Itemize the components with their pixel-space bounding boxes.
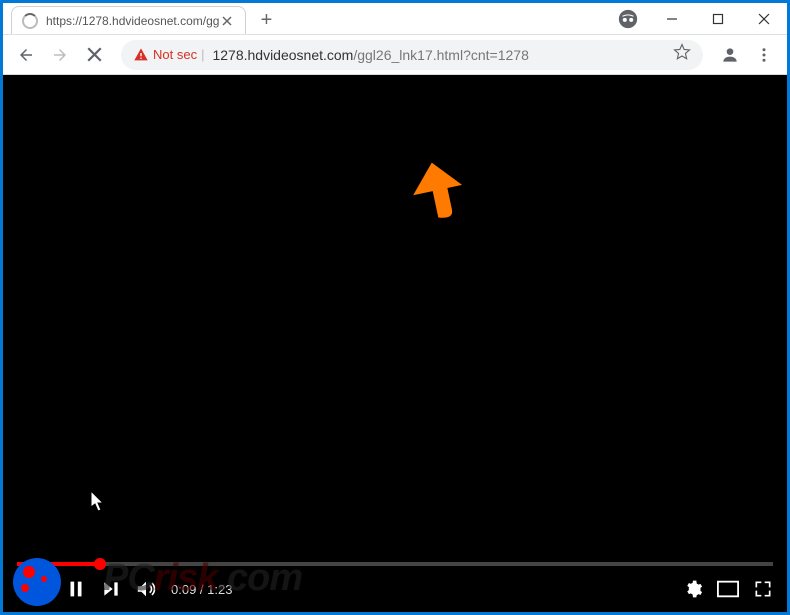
security-text: Not sec [153,47,197,62]
play-button[interactable] [65,578,87,600]
page-content: PCrisk.com 0:09 / 1:23 [3,75,787,612]
settings-button[interactable] [683,579,703,599]
mouse-cursor-icon [91,491,107,513]
menu-button[interactable] [749,40,779,70]
new-tab-button[interactable]: + [252,6,280,34]
maximize-button[interactable] [695,3,741,35]
url-path: /ggl26_lnk17.html?cnt=1278 [353,47,529,63]
close-tab-button[interactable] [219,13,235,29]
back-button[interactable] [11,40,41,70]
tab-strip: https://1278.hdvideosnet.com/gg + [3,3,617,34]
titlebar: https://1278.hdvideosnet.com/gg + [3,3,787,35]
watermark: PCrisk.com [103,557,302,600]
toolbar: Not sec | 1278.hdvideosnet.com/ggl26_lnk… [3,35,787,75]
warning-icon [133,47,149,63]
forward-button[interactable] [45,40,75,70]
loading-spinner-icon [22,13,38,29]
stop-reload-button[interactable] [79,40,109,70]
profile-button[interactable] [715,40,745,70]
url-text: 1278.hdvideosnet.com/ggl26_lnk17.html?cn… [212,47,665,63]
bookmark-button[interactable] [673,43,691,66]
address-bar[interactable]: Not sec | 1278.hdvideosnet.com/ggl26_lnk… [121,40,703,70]
minimize-button[interactable] [649,3,695,35]
fullscreen-button[interactable] [753,579,773,599]
close-window-button[interactable] [741,3,787,35]
play-overlay-icon[interactable] [13,558,61,606]
browser-window: https://1278.hdvideosnet.com/gg + [3,3,787,612]
url-domain: 1278.hdvideosnet.com [212,47,353,63]
tab-title: https://1278.hdvideosnet.com/gg [46,14,219,28]
browser-tab[interactable]: https://1278.hdvideosnet.com/gg [11,6,246,34]
incognito-icon [617,8,639,30]
theater-button[interactable] [717,580,739,598]
annotation-arrow-icon [413,162,463,222]
window-controls [649,3,787,35]
not-secure-indicator[interactable]: Not sec | [133,47,204,63]
